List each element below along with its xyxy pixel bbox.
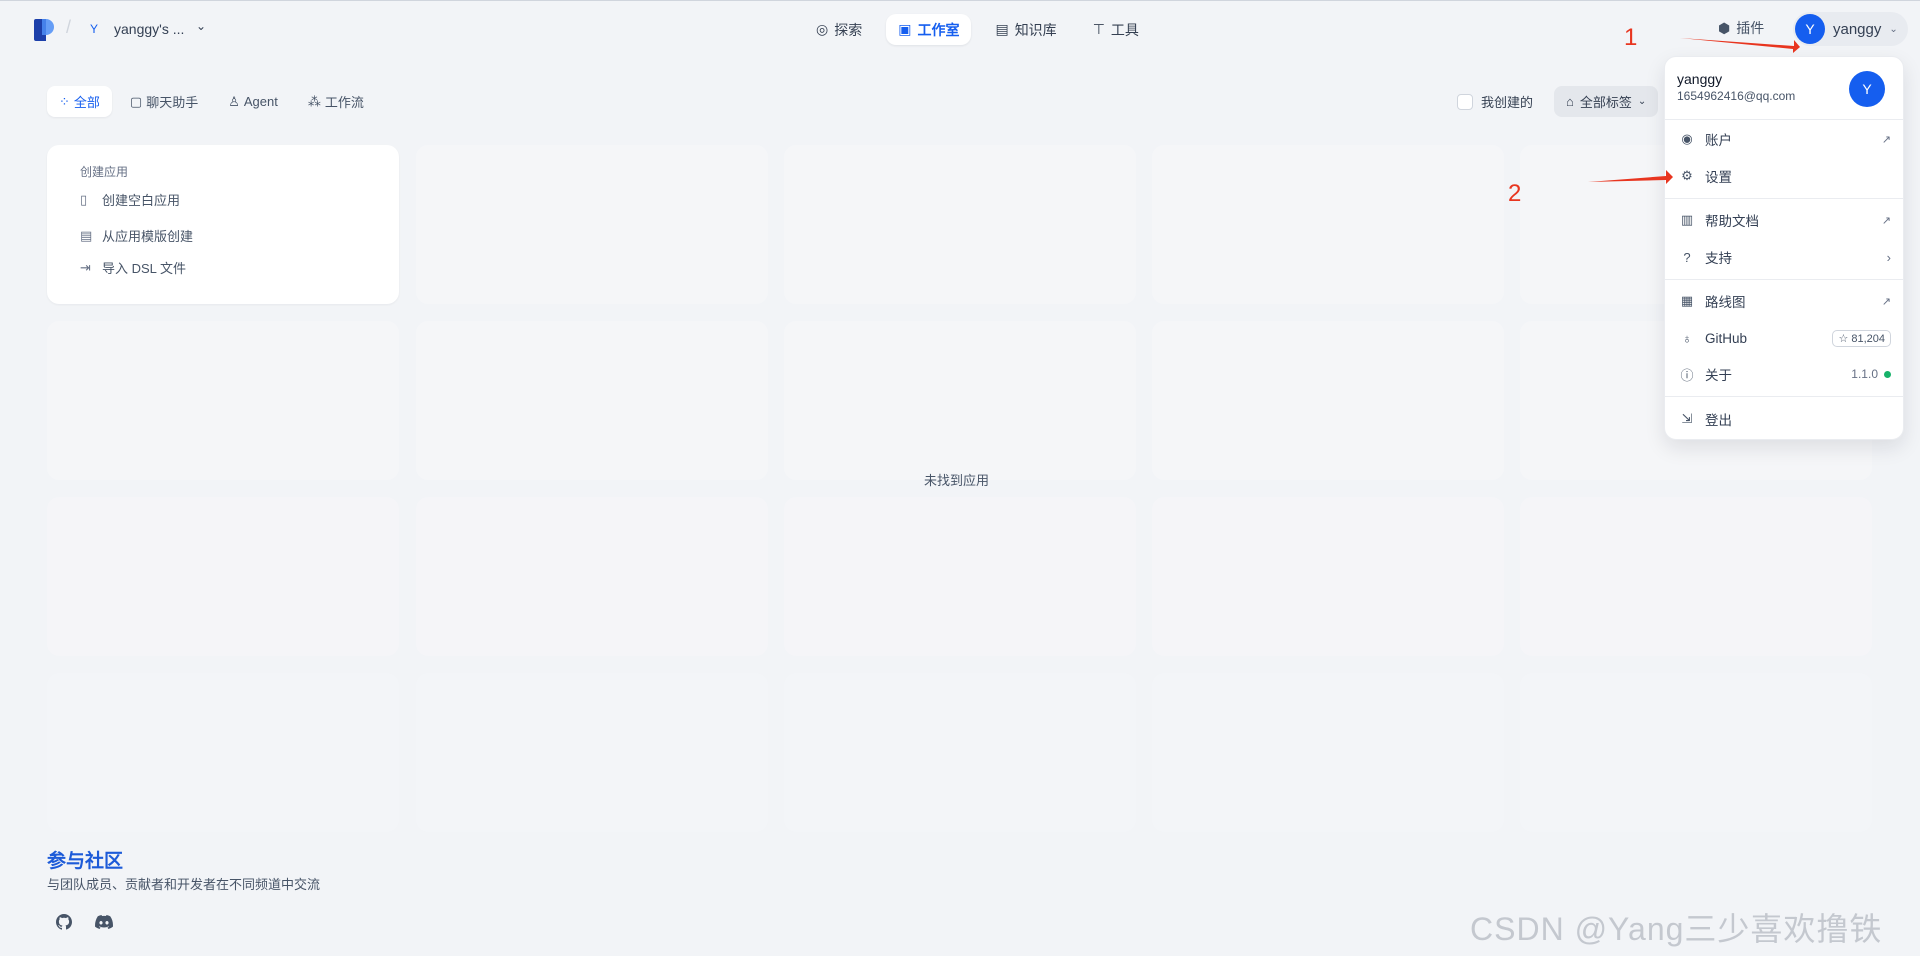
annotation-arrow-1 [1680,38,1800,53]
annotation-number-1: 1 [1624,24,1638,51]
annotation-arrow-2 [1588,170,1673,184]
annotation-overlay [1588,38,1800,184]
watermark: CSDN @Yang三少喜欢撸铁 [1470,911,1883,947]
annotation-number-2: 2 [1508,180,1522,207]
